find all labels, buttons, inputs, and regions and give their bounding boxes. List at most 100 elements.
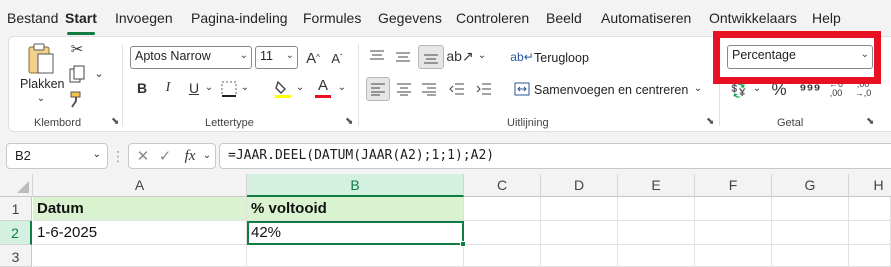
merge-center-button[interactable]: Samenvoegen en centreren — [534, 83, 688, 97]
paste-chevron-down-icon[interactable]: ⌄ — [35, 94, 47, 104]
cell[interactable] — [695, 197, 772, 221]
tab-ontwikkelaars[interactable]: Ontwikkelaars — [709, 10, 797, 26]
borders-icon[interactable] — [219, 79, 239, 99]
tab-controleren[interactable]: Controleren — [456, 10, 529, 26]
fill-color-chevron-down-icon[interactable]: ⌄ — [295, 83, 305, 93]
underline-chevron-down-icon[interactable]: ⌄ — [204, 83, 214, 93]
cell[interactable] — [849, 245, 891, 267]
cell-a2[interactable]: 1-6-2025 — [33, 221, 247, 245]
orientation-icon[interactable]: ab↗ — [446, 46, 473, 66]
row-header-2[interactable]: 2 — [0, 221, 32, 245]
column-header-f[interactable]: F — [695, 174, 772, 197]
cell[interactable] — [772, 221, 849, 245]
underline-icon[interactable]: U — [186, 79, 202, 97]
cell-b1[interactable]: % voltooid — [247, 197, 464, 221]
cell[interactable] — [695, 221, 772, 245]
cell[interactable] — [695, 245, 772, 267]
align-left-icon[interactable] — [366, 77, 390, 101]
tab-start[interactable]: Start — [65, 10, 97, 26]
decrease-font-size-icon[interactable]: Aˇ — [327, 48, 347, 68]
decrease-indent-icon[interactable] — [447, 79, 467, 99]
font-size-value: 11 — [260, 49, 273, 63]
name-box[interactable]: B2 ⌄ — [6, 143, 108, 169]
fill-handle[interactable] — [460, 241, 466, 247]
chevron-down-icon: ⌄ — [92, 149, 101, 160]
tab-formules[interactable]: Formules — [303, 10, 361, 26]
row-header-1[interactable]: 1 — [0, 197, 32, 221]
column-header-b[interactable]: B — [247, 174, 464, 197]
font-color-icon[interactable]: A — [313, 77, 333, 99]
cell[interactable] — [618, 221, 695, 245]
orientation-chevron-down-icon[interactable]: ⌄ — [477, 51, 487, 61]
align-bottom-icon[interactable] — [418, 45, 444, 69]
align-top-icon[interactable] — [367, 47, 387, 65]
copy-chevron-down-icon[interactable]: ⌄ — [92, 67, 106, 81]
column-header-a[interactable]: A — [33, 174, 247, 197]
increase-font-size-icon[interactable]: A ^ — [303, 48, 323, 68]
group-separator — [122, 44, 123, 126]
tab-beeld[interactable]: Beeld — [546, 10, 582, 26]
cell[interactable] — [772, 197, 849, 221]
increase-indent-icon[interactable] — [474, 79, 494, 99]
font-name-dropdown[interactable]: Aptos Narrow ⌄ — [130, 46, 252, 69]
column-header-e[interactable]: E — [618, 174, 695, 197]
align-center-icon[interactable] — [394, 79, 414, 99]
insert-function-icon[interactable]: fx — [180, 147, 200, 165]
cell[interactable] — [541, 197, 618, 221]
font-dialog-launcher-icon[interactable]: ⬊ — [345, 117, 353, 127]
cell[interactable] — [541, 221, 618, 245]
borders-chevron-down-icon[interactable]: ⌄ — [240, 83, 250, 93]
tab-automatiseren[interactable]: Automatiseren — [601, 10, 691, 26]
cell[interactable] — [772, 245, 849, 267]
accounting-chevron-down-icon[interactable]: ⌄ — [752, 84, 762, 94]
merge-chevron-down-icon[interactable]: ⌄ — [693, 84, 703, 94]
number-dialog-launcher-icon[interactable]: ⬊ — [866, 117, 874, 127]
cell[interactable] — [618, 245, 695, 267]
paste-icon[interactable] — [22, 42, 60, 76]
wrap-text-button[interactable]: Terugloop — [534, 51, 589, 65]
bold-icon[interactable]: B — [134, 79, 150, 97]
cell[interactable] — [541, 245, 618, 267]
group-label-font: Lettertype — [205, 117, 254, 129]
tab-gegevens[interactable]: Gegevens — [378, 10, 442, 26]
row-header-3[interactable]: 3 — [0, 245, 32, 267]
cell[interactable] — [464, 221, 541, 245]
align-right-icon[interactable] — [419, 79, 439, 99]
cell[interactable] — [464, 245, 541, 267]
formula-input[interactable]: =JAAR.DEEL(DATUM(JAAR(A2);1;1);A2) — [219, 143, 891, 169]
tab-help[interactable]: Help — [812, 10, 841, 26]
cut-icon[interactable]: ✂ — [68, 40, 86, 58]
column-header-g[interactable]: G — [772, 174, 849, 197]
column-header-d[interactable]: D — [541, 174, 618, 197]
wrap-text-icon[interactable]: ab↵ — [510, 48, 533, 66]
tab-bestand[interactable]: Bestand — [7, 10, 58, 26]
select-all-corner[interactable] — [0, 174, 33, 197]
font-color-chevron-down-icon[interactable]: ⌄ — [337, 83, 347, 93]
fill-color-icon[interactable] — [272, 78, 294, 100]
cell[interactable] — [849, 197, 891, 221]
paste-button[interactable]: Plakken — [20, 77, 64, 91]
format-painter-icon[interactable] — [67, 89, 87, 109]
clipboard-dialog-launcher-icon[interactable]: ⬊ — [111, 117, 119, 127]
font-size-dropdown[interactable]: 11 ⌄ — [255, 46, 298, 69]
more-options-icon[interactable]: ⋮ — [111, 149, 125, 163]
cancel-icon[interactable]: ✕ — [134, 147, 152, 165]
align-middle-icon[interactable] — [393, 47, 413, 65]
italic-icon[interactable]: I — [160, 79, 176, 97]
chevron-down-icon: ⌄ — [285, 50, 294, 61]
cell[interactable] — [247, 245, 464, 267]
alignment-dialog-launcher-icon[interactable]: ⬊ — [706, 117, 714, 127]
cell[interactable] — [849, 221, 891, 245]
cell[interactable] — [464, 197, 541, 221]
fx-chevron-down-icon[interactable]: ⌄ — [202, 150, 212, 162]
column-header-c[interactable]: C — [464, 174, 541, 197]
tab-invoegen[interactable]: Invoegen — [115, 10, 173, 26]
tab-pagina-indeling[interactable]: Pagina-indeling — [191, 10, 288, 26]
enter-icon[interactable]: ✓ — [156, 147, 174, 165]
cell[interactable] — [618, 197, 695, 221]
copy-icon[interactable] — [67, 64, 87, 84]
cell-a1[interactable]: Datum — [33, 197, 247, 221]
cell[interactable] — [33, 245, 247, 267]
column-header-h[interactable]: H — [849, 174, 891, 197]
merge-center-icon[interactable] — [513, 80, 531, 98]
